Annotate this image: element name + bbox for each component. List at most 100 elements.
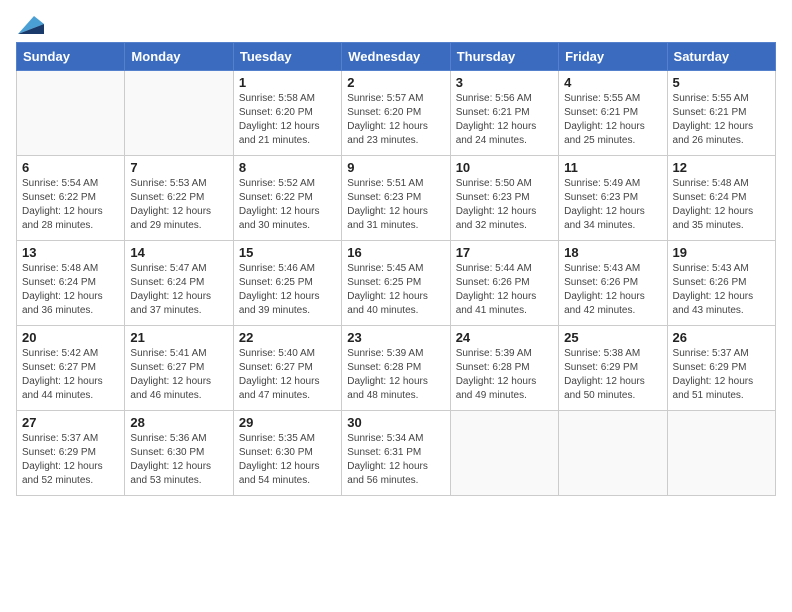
calendar-cell: 3 Sunrise: 5:56 AM Sunset: 6:21 PM Daylig…	[450, 71, 558, 156]
logo	[16, 16, 44, 34]
day-number: 25	[564, 330, 661, 345]
calendar-cell	[17, 71, 125, 156]
calendar-cell: 6 Sunrise: 5:54 AM Sunset: 6:22 PM Daylig…	[17, 156, 125, 241]
calendar-cell: 20 Sunrise: 5:42 AM Sunset: 6:27 PM Dayli…	[17, 326, 125, 411]
day-info: Sunrise: 5:55 AM Sunset: 6:21 PM Dayligh…	[673, 92, 770, 148]
day-info: Sunrise: 5:34 AM Sunset: 6:31 PM Dayligh…	[347, 432, 444, 488]
calendar-cell: 28 Sunrise: 5:36 AM Sunset: 6:30 PM Dayli…	[125, 411, 233, 496]
day-info: Sunrise: 5:37 AM Sunset: 6:29 PM Dayligh…	[673, 347, 770, 403]
calendar-cell	[450, 411, 558, 496]
logo-text	[16, 16, 44, 34]
calendar-cell: 25 Sunrise: 5:38 AM Sunset: 6:29 PM Dayli…	[559, 326, 667, 411]
calendar-cell: 18 Sunrise: 5:43 AM Sunset: 6:26 PM Dayli…	[559, 241, 667, 326]
day-info: Sunrise: 5:51 AM Sunset: 6:23 PM Dayligh…	[347, 177, 444, 233]
day-number: 24	[456, 330, 553, 345]
calendar-cell	[667, 411, 775, 496]
calendar-cell: 22Sunrise: 5:40 AM Sunset: 6:27 PM Dayli…	[233, 326, 341, 411]
calendar-cell	[125, 71, 233, 156]
day-info: Sunrise: 5:43 AM Sunset: 6:26 PM Dayligh…	[564, 262, 661, 318]
day-info: Sunrise: 5:45 AM Sunset: 6:25 PM Dayligh…	[347, 262, 444, 318]
calendar-cell: 30 Sunrise: 5:34 AM Sunset: 6:31 PM Dayli…	[342, 411, 450, 496]
calendar-cell: 16 Sunrise: 5:45 AM Sunset: 6:25 PM Dayli…	[342, 241, 450, 326]
day-info: Sunrise: 5:38 AM Sunset: 6:29 PM Dayligh…	[564, 347, 661, 403]
calendar-week-4: 20 Sunrise: 5:42 AM Sunset: 6:27 PM Dayli…	[17, 326, 776, 411]
day-info: Sunrise: 5:46 AM Sunset: 6:25 PM Dayligh…	[239, 262, 336, 318]
day-info: Sunrise: 5:39 AM Sunset: 6:28 PM Dayligh…	[347, 347, 444, 403]
day-info: Sunrise: 5:40 AM Sunset: 6:27 PM Dayligh…	[239, 347, 336, 403]
day-info: Sunrise: 5:37 AM Sunset: 6:29 PM Dayligh…	[22, 432, 119, 488]
day-number: 21	[130, 330, 227, 345]
calendar-cell: 23 Sunrise: 5:39 AM Sunset: 6:28 PM Dayli…	[342, 326, 450, 411]
day-info: Sunrise: 5:48 AM Sunset: 6:24 PM Dayligh…	[22, 262, 119, 318]
day-info: Sunrise: 5:44 AM Sunset: 6:26 PM Dayligh…	[456, 262, 553, 318]
day-number: 1	[239, 75, 336, 90]
day-info: Sunrise: 5:43 AM Sunset: 6:26 PM Dayligh…	[673, 262, 770, 318]
calendar-cell: 12 Sunrise: 5:48 AM Sunset: 6:24 PM Dayli…	[667, 156, 775, 241]
calendar-header-saturday: Saturday	[667, 43, 775, 71]
calendar-cell: 11 Sunrise: 5:49 AM Sunset: 6:23 PM Dayli…	[559, 156, 667, 241]
day-number: 28	[130, 415, 227, 430]
calendar-cell: 29 Sunrise: 5:35 AM Sunset: 6:30 PM Dayli…	[233, 411, 341, 496]
day-number: 13	[22, 245, 119, 260]
day-number: 9	[347, 160, 444, 175]
day-info: Sunrise: 5:50 AM Sunset: 6:23 PM Dayligh…	[456, 177, 553, 233]
day-info: Sunrise: 5:52 AM Sunset: 6:22 PM Dayligh…	[239, 177, 336, 233]
calendar-cell: 24Sunrise: 5:39 AM Sunset: 6:28 PM Dayli…	[450, 326, 558, 411]
day-info: Sunrise: 5:48 AM Sunset: 6:24 PM Dayligh…	[673, 177, 770, 233]
calendar-cell: 7Sunrise: 5:53 AM Sunset: 6:22 PM Daylig…	[125, 156, 233, 241]
calendar-cell: 4Sunrise: 5:55 AM Sunset: 6:21 PM Daylig…	[559, 71, 667, 156]
day-info: Sunrise: 5:49 AM Sunset: 6:23 PM Dayligh…	[564, 177, 661, 233]
day-number: 18	[564, 245, 661, 260]
day-number: 30	[347, 415, 444, 430]
day-number: 19	[673, 245, 770, 260]
day-number: 11	[564, 160, 661, 175]
calendar-header-tuesday: Tuesday	[233, 43, 341, 71]
calendar-header-thursday: Thursday	[450, 43, 558, 71]
calendar-cell: 19 Sunrise: 5:43 AM Sunset: 6:26 PM Dayli…	[667, 241, 775, 326]
calendar-week-2: 6 Sunrise: 5:54 AM Sunset: 6:22 PM Daylig…	[17, 156, 776, 241]
calendar-header-friday: Friday	[559, 43, 667, 71]
calendar-cell	[559, 411, 667, 496]
day-info: Sunrise: 5:47 AM Sunset: 6:24 PM Dayligh…	[130, 262, 227, 318]
day-number: 20	[22, 330, 119, 345]
day-info: Sunrise: 5:41 AM Sunset: 6:27 PM Dayligh…	[130, 347, 227, 403]
day-number: 27	[22, 415, 119, 430]
calendar-header-wednesday: Wednesday	[342, 43, 450, 71]
day-number: 16	[347, 245, 444, 260]
day-number: 14	[130, 245, 227, 260]
day-number: 3	[456, 75, 553, 90]
calendar-week-1: 1Sunrise: 5:58 AM Sunset: 6:20 PM Daylig…	[17, 71, 776, 156]
day-number: 6	[22, 160, 119, 175]
day-info: Sunrise: 5:57 AM Sunset: 6:20 PM Dayligh…	[347, 92, 444, 148]
calendar-header-monday: Monday	[125, 43, 233, 71]
day-number: 29	[239, 415, 336, 430]
calendar-cell: 21 Sunrise: 5:41 AM Sunset: 6:27 PM Dayli…	[125, 326, 233, 411]
calendar-header-sunday: Sunday	[17, 43, 125, 71]
day-number: 17	[456, 245, 553, 260]
calendar-cell: 1Sunrise: 5:58 AM Sunset: 6:20 PM Daylig…	[233, 71, 341, 156]
calendar-cell: 26 Sunrise: 5:37 AM Sunset: 6:29 PM Dayli…	[667, 326, 775, 411]
day-info: Sunrise: 5:54 AM Sunset: 6:22 PM Dayligh…	[22, 177, 119, 233]
page-header	[16, 16, 776, 34]
day-number: 23	[347, 330, 444, 345]
calendar-table: SundayMondayTuesdayWednesdayThursdayFrid…	[16, 42, 776, 496]
day-number: 15	[239, 245, 336, 260]
calendar-cell: 15 Sunrise: 5:46 AM Sunset: 6:25 PM Dayli…	[233, 241, 341, 326]
calendar-week-3: 13 Sunrise: 5:48 AM Sunset: 6:24 PM Dayli…	[17, 241, 776, 326]
day-number: 5	[673, 75, 770, 90]
day-info: Sunrise: 5:36 AM Sunset: 6:30 PM Dayligh…	[130, 432, 227, 488]
calendar-cell: 8 Sunrise: 5:52 AM Sunset: 6:22 PM Daylig…	[233, 156, 341, 241]
calendar-cell: 5 Sunrise: 5:55 AM Sunset: 6:21 PM Daylig…	[667, 71, 775, 156]
day-number: 26	[673, 330, 770, 345]
day-info: Sunrise: 5:35 AM Sunset: 6:30 PM Dayligh…	[239, 432, 336, 488]
calendar-cell: 2Sunrise: 5:57 AM Sunset: 6:20 PM Daylig…	[342, 71, 450, 156]
day-number: 8	[239, 160, 336, 175]
day-info: Sunrise: 5:56 AM Sunset: 6:21 PM Dayligh…	[456, 92, 553, 148]
day-number: 10	[456, 160, 553, 175]
calendar-cell: 14 Sunrise: 5:47 AM Sunset: 6:24 PM Dayli…	[125, 241, 233, 326]
day-number: 7	[130, 160, 227, 175]
logo-icon	[18, 16, 44, 34]
day-info: Sunrise: 5:42 AM Sunset: 6:27 PM Dayligh…	[22, 347, 119, 403]
day-number: 12	[673, 160, 770, 175]
calendar-cell: 9 Sunrise: 5:51 AM Sunset: 6:23 PM Daylig…	[342, 156, 450, 241]
